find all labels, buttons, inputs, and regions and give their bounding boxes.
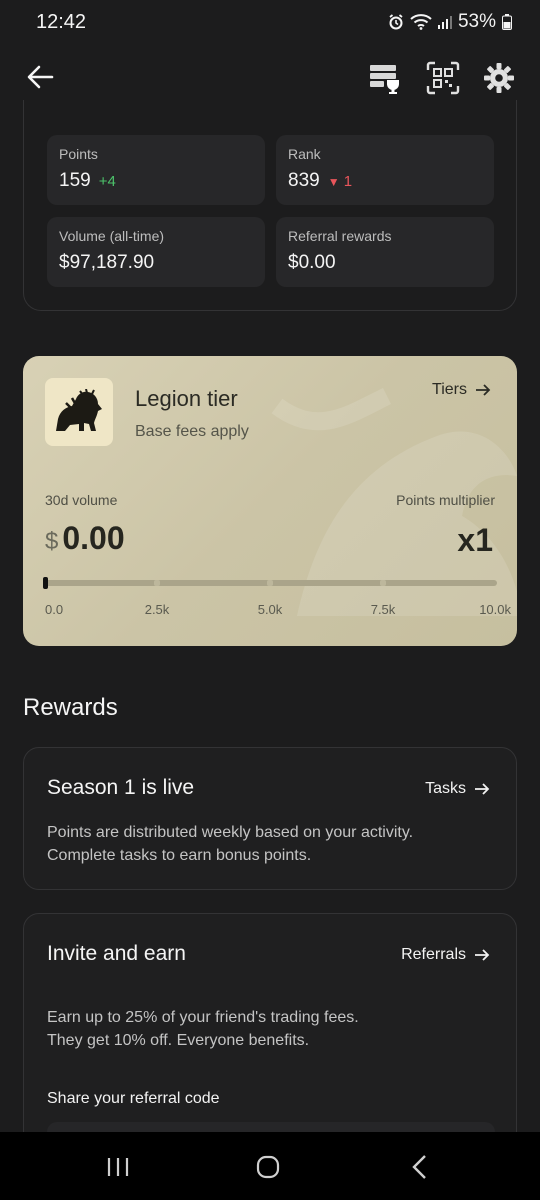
invite-body-line: Earn up to 25% of your friend's trading …: [47, 1009, 359, 1026]
currency-symbol: $: [45, 528, 59, 555]
arrow-right-icon: [476, 384, 491, 396]
battery-percent: 53%: [457, 11, 496, 32]
recent-apps-icon[interactable]: [103, 1154, 133, 1180]
tiers-link[interactable]: Tiers: [432, 381, 491, 399]
season-body-line: Points are distributed weekly based on y…: [47, 824, 414, 841]
tier-name: Legion tier: [135, 386, 238, 411]
volume-label: Volume (all-time): [59, 228, 165, 244]
points-multiplier-label: Points multiplier: [396, 492, 495, 508]
points-delta: +4: [98, 172, 116, 190]
stats-card: Points 159 +4 Rank 839 ▼ 1 Volume (all-t…: [23, 100, 517, 311]
tiers-link-label: Tiers: [432, 381, 467, 398]
invite-title: Invite and earn: [47, 942, 186, 965]
top-app-bar: [0, 52, 540, 102]
rewards-heading: Rewards: [23, 694, 118, 721]
progress-tick: [154, 576, 160, 590]
points-value: 159: [59, 170, 91, 191]
signal-icon: [437, 16, 452, 29]
volume-30d-label: 30d volume: [45, 492, 118, 508]
status-bar: 12:42 53%: [0, 0, 540, 46]
points-stat: Points 159 +4: [47, 135, 265, 205]
rank-label: Rank: [288, 146, 321, 162]
alarm-icon: [389, 14, 403, 30]
invite-description: Earn up to 25% of your friend's trading …: [47, 1006, 359, 1052]
scale-label: 7.5k: [370, 602, 396, 617]
volume-stat: Volume (all-time) $97,187.90: [47, 217, 265, 287]
season-card: Season 1 is live Tasks Points are distri…: [23, 747, 517, 890]
progress-tick: [267, 576, 273, 590]
scale-label: 5.0k: [257, 602, 283, 617]
tasks-link[interactable]: Tasks: [425, 780, 490, 798]
tasks-link-label: Tasks: [425, 780, 466, 797]
referral-rewards-label: Referral rewards: [288, 228, 392, 244]
rank-delta-value: 1: [343, 172, 353, 190]
tier-badge: [45, 378, 113, 446]
tier-card[interactable]: Legion tier Base fees apply Tiers 30d vo…: [23, 356, 517, 646]
rank-down-arrow-icon: ▼: [327, 174, 340, 189]
rank-delta: ▼ 1: [328, 173, 352, 190]
battery-icon: [502, 14, 512, 30]
points-multiplier-value: x1: [457, 522, 493, 558]
gear-icon[interactable]: [481, 60, 517, 96]
leaderboard-trophy-icon[interactable]: [367, 60, 403, 96]
referrals-link[interactable]: Referrals: [401, 946, 490, 964]
referral-rewards-value: $0.00: [288, 252, 336, 273]
volume-30d-amount: 0.00: [62, 520, 125, 556]
back-nav-icon[interactable]: [405, 1154, 435, 1180]
arrow-left-icon[interactable]: [24, 62, 56, 92]
points-label: Points: [59, 146, 98, 162]
volume-progress-handle: [43, 577, 48, 589]
invite-body-line: They get 10% off. Everyone benefits.: [47, 1032, 310, 1049]
scale-label: 0.0: [45, 602, 64, 617]
share-code-label: Share your referral code: [47, 1090, 220, 1107]
system-nav-bar: [0, 1132, 540, 1200]
referral-rewards-stat: Referral rewards $0.00: [276, 217, 494, 287]
season-body-line: Complete tasks to earn bonus points.: [47, 847, 312, 864]
season-title: Season 1 is live: [47, 776, 195, 799]
status-time: 12:42: [36, 11, 87, 33]
lion-icon: [56, 389, 102, 431]
arrow-right-icon: [475, 783, 490, 795]
season-description: Points are distributed weekly based on y…: [47, 821, 413, 867]
volume-value: $97,187.90: [59, 252, 155, 273]
status-icons: 53%: [388, 11, 512, 33]
scale-label: 2.5k: [144, 602, 170, 617]
rank-stat: Rank 839 ▼ 1: [276, 135, 494, 205]
progress-tick: [380, 576, 386, 590]
volume-30d-value: $ 0.00: [45, 520, 125, 557]
qr-scan-icon[interactable]: [425, 60, 461, 96]
tier-subtitle: Base fees apply: [135, 423, 249, 440]
home-icon[interactable]: [253, 1154, 283, 1180]
arrow-right-icon: [475, 949, 490, 961]
referrals-link-label: Referrals: [401, 946, 466, 963]
rank-value: 839: [288, 170, 320, 191]
scale-label: 10.0k: [479, 602, 511, 617]
wifi-icon: [410, 14, 432, 30]
